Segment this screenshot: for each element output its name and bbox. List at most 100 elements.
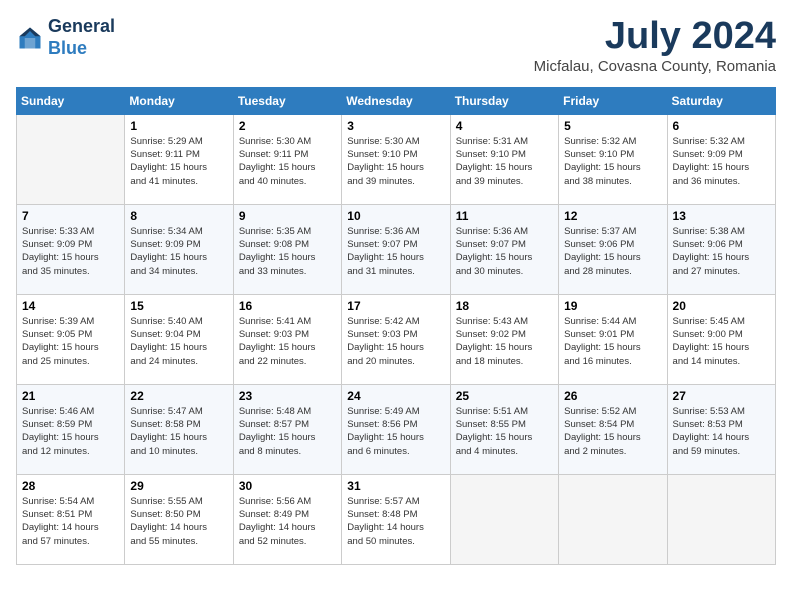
day-info: Sunrise: 5:51 AM Sunset: 8:55 PM Dayligh… — [456, 405, 553, 458]
day-number: 1 — [130, 119, 227, 133]
header-day-saturday: Saturday — [667, 87, 775, 114]
day-cell: 29 Sunrise: 5:55 AM Sunset: 8:50 PM Dayli… — [125, 474, 233, 564]
day-info: Sunrise: 5:45 AM Sunset: 9:00 PM Dayligh… — [673, 315, 770, 368]
day-cell: 7 Sunrise: 5:33 AM Sunset: 9:09 PM Daylig… — [17, 204, 125, 294]
day-info: Sunrise: 5:36 AM Sunset: 9:07 PM Dayligh… — [456, 225, 553, 278]
header-row: SundayMondayTuesdayWednesdayThursdayFrid… — [17, 87, 776, 114]
day-cell — [450, 474, 558, 564]
day-cell: 10 Sunrise: 5:36 AM Sunset: 9:07 PM Dayli… — [342, 204, 450, 294]
calendar-body: 1Sunrise: 5:29 AM Sunset: 9:11 PM Daylig… — [17, 114, 776, 564]
header-day-tuesday: Tuesday — [233, 87, 341, 114]
day-number: 22 — [130, 389, 227, 403]
day-cell: 26Sunrise: 5:52 AM Sunset: 8:54 PM Dayli… — [559, 384, 667, 474]
day-cell: 1Sunrise: 5:29 AM Sunset: 9:11 PM Daylig… — [125, 114, 233, 204]
day-info: Sunrise: 5:53 AM Sunset: 8:53 PM Dayligh… — [673, 405, 770, 458]
day-cell: 8 Sunrise: 5:34 AM Sunset: 9:09 PM Daylig… — [125, 204, 233, 294]
day-number: 27 — [673, 389, 770, 403]
day-cell — [17, 114, 125, 204]
day-number: 21 — [22, 389, 119, 403]
day-info: Sunrise: 5:35 AM Sunset: 9:08 PM Dayligh… — [239, 225, 336, 278]
day-number: 31 — [347, 479, 444, 493]
day-cell: 27 Sunrise: 5:53 AM Sunset: 8:53 PM Dayli… — [667, 384, 775, 474]
week-row-4: 21 Sunrise: 5:46 AM Sunset: 8:59 PM Dayli… — [17, 384, 776, 474]
day-number: 5 — [564, 119, 661, 133]
day-number: 28 — [22, 479, 119, 493]
day-number: 2 — [239, 119, 336, 133]
week-row-2: 7 Sunrise: 5:33 AM Sunset: 9:09 PM Daylig… — [17, 204, 776, 294]
day-info: Sunrise: 5:38 AM Sunset: 9:06 PM Dayligh… — [673, 225, 770, 278]
location-title: Micfalau, Covasna County, Romania — [534, 58, 776, 75]
day-cell: 11Sunrise: 5:36 AM Sunset: 9:07 PM Dayli… — [450, 204, 558, 294]
day-cell: 5 Sunrise: 5:32 AM Sunset: 9:10 PM Daylig… — [559, 114, 667, 204]
day-info: Sunrise: 5:32 AM Sunset: 9:10 PM Dayligh… — [564, 135, 661, 188]
day-cell: 22 Sunrise: 5:47 AM Sunset: 8:58 PM Dayli… — [125, 384, 233, 474]
day-cell: 24 Sunrise: 5:49 AM Sunset: 8:56 PM Dayli… — [342, 384, 450, 474]
day-cell: 6Sunrise: 5:32 AM Sunset: 9:09 PM Daylig… — [667, 114, 775, 204]
day-number: 26 — [564, 389, 661, 403]
day-number: 17 — [347, 299, 444, 313]
header-day-wednesday: Wednesday — [342, 87, 450, 114]
header-day-sunday: Sunday — [17, 87, 125, 114]
day-info: Sunrise: 5:55 AM Sunset: 8:50 PM Dayligh… — [130, 495, 227, 548]
day-cell: 4Sunrise: 5:31 AM Sunset: 9:10 PM Daylig… — [450, 114, 558, 204]
day-info: Sunrise: 5:30 AM Sunset: 9:11 PM Dayligh… — [239, 135, 336, 188]
day-info: Sunrise: 5:48 AM Sunset: 8:57 PM Dayligh… — [239, 405, 336, 458]
day-number: 15 — [130, 299, 227, 313]
day-info: Sunrise: 5:34 AM Sunset: 9:09 PM Dayligh… — [130, 225, 227, 278]
header-day-monday: Monday — [125, 87, 233, 114]
day-number: 18 — [456, 299, 553, 313]
day-number: 14 — [22, 299, 119, 313]
day-number: 23 — [239, 389, 336, 403]
day-info: Sunrise: 5:40 AM Sunset: 9:04 PM Dayligh… — [130, 315, 227, 368]
calendar-table: SundayMondayTuesdayWednesdayThursdayFrid… — [16, 87, 776, 565]
day-number: 19 — [564, 299, 661, 313]
day-cell: 25 Sunrise: 5:51 AM Sunset: 8:55 PM Dayli… — [450, 384, 558, 474]
day-cell: 16Sunrise: 5:41 AM Sunset: 9:03 PM Dayli… — [233, 294, 341, 384]
day-number: 6 — [673, 119, 770, 133]
day-cell: 23 Sunrise: 5:48 AM Sunset: 8:57 PM Dayli… — [233, 384, 341, 474]
day-cell: 28 Sunrise: 5:54 AM Sunset: 8:51 PM Dayli… — [17, 474, 125, 564]
title-area: July 2024 Micfalau, Covasna County, Roma… — [534, 16, 776, 75]
day-info: Sunrise: 5:44 AM Sunset: 9:01 PM Dayligh… — [564, 315, 661, 368]
day-number: 25 — [456, 389, 553, 403]
day-cell: 13 Sunrise: 5:38 AM Sunset: 9:06 PM Dayli… — [667, 204, 775, 294]
day-number: 9 — [239, 209, 336, 223]
day-cell: 17Sunrise: 5:42 AM Sunset: 9:03 PM Dayli… — [342, 294, 450, 384]
header-day-friday: Friday — [559, 87, 667, 114]
day-cell: 31 Sunrise: 5:57 AM Sunset: 8:48 PM Dayli… — [342, 474, 450, 564]
day-cell: 2 Sunrise: 5:30 AM Sunset: 9:11 PM Daylig… — [233, 114, 341, 204]
day-info: Sunrise: 5:47 AM Sunset: 8:58 PM Dayligh… — [130, 405, 227, 458]
day-number: 8 — [130, 209, 227, 223]
day-number: 4 — [456, 119, 553, 133]
day-info: Sunrise: 5:46 AM Sunset: 8:59 PM Dayligh… — [22, 405, 119, 458]
day-number: 13 — [673, 209, 770, 223]
day-info: Sunrise: 5:37 AM Sunset: 9:06 PM Dayligh… — [564, 225, 661, 278]
day-info: Sunrise: 5:36 AM Sunset: 9:07 PM Dayligh… — [347, 225, 444, 278]
day-info: Sunrise: 5:49 AM Sunset: 8:56 PM Dayligh… — [347, 405, 444, 458]
day-number: 10 — [347, 209, 444, 223]
day-info: Sunrise: 5:54 AM Sunset: 8:51 PM Dayligh… — [22, 495, 119, 548]
logo-general: General — [48, 16, 115, 36]
week-row-1: 1Sunrise: 5:29 AM Sunset: 9:11 PM Daylig… — [17, 114, 776, 204]
day-number: 7 — [22, 209, 119, 223]
week-row-5: 28 Sunrise: 5:54 AM Sunset: 8:51 PM Dayli… — [17, 474, 776, 564]
logo-icon — [16, 24, 44, 52]
day-cell: 3 Sunrise: 5:30 AM Sunset: 9:10 PM Daylig… — [342, 114, 450, 204]
page-header: General Blue July 2024 Micfalau, Covasna… — [16, 16, 776, 75]
day-cell: 15 Sunrise: 5:40 AM Sunset: 9:04 PM Dayli… — [125, 294, 233, 384]
day-number: 12 — [564, 209, 661, 223]
logo-text: General Blue — [48, 16, 115, 59]
week-row-3: 14Sunrise: 5:39 AM Sunset: 9:05 PM Dayli… — [17, 294, 776, 384]
day-cell — [559, 474, 667, 564]
logo: General Blue — [16, 16, 115, 59]
day-cell: 20 Sunrise: 5:45 AM Sunset: 9:00 PM Dayli… — [667, 294, 775, 384]
day-number: 3 — [347, 119, 444, 133]
day-info: Sunrise: 5:30 AM Sunset: 9:10 PM Dayligh… — [347, 135, 444, 188]
day-number: 20 — [673, 299, 770, 313]
day-info: Sunrise: 5:57 AM Sunset: 8:48 PM Dayligh… — [347, 495, 444, 548]
day-number: 29 — [130, 479, 227, 493]
month-title: July 2024 — [534, 16, 776, 58]
day-info: Sunrise: 5:33 AM Sunset: 9:09 PM Dayligh… — [22, 225, 119, 278]
day-number: 24 — [347, 389, 444, 403]
day-cell: 19 Sunrise: 5:44 AM Sunset: 9:01 PM Dayli… — [559, 294, 667, 384]
